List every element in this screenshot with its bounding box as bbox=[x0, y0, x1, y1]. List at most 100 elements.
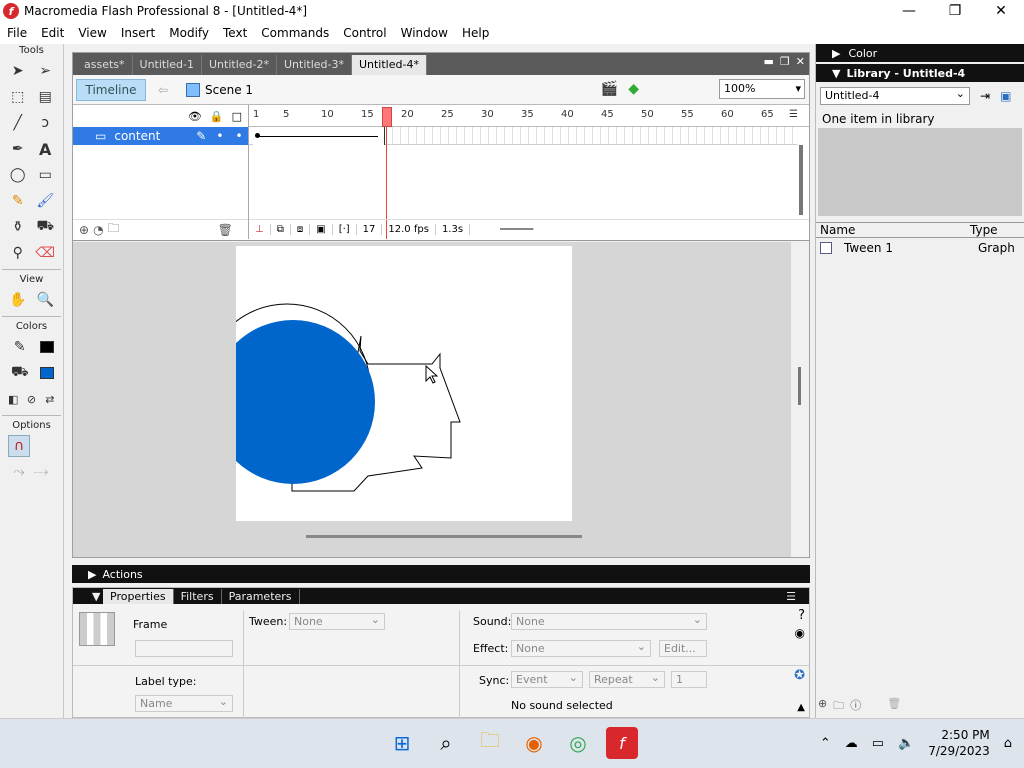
collapse-arrow-icon[interactable]: ▼ bbox=[832, 67, 840, 80]
modify-markers-icon[interactable]: [·] bbox=[333, 224, 357, 235]
lock-icon[interactable]: 🔒 bbox=[210, 110, 224, 123]
rectangle-tool-icon[interactable]: ▭ bbox=[34, 164, 56, 186]
library-panel-bar[interactable]: ▼ Library - Untitled-4 bbox=[816, 64, 1024, 82]
insert-layer-icon[interactable]: ⊕ bbox=[79, 223, 89, 237]
eye-icon[interactable]: 👁 bbox=[188, 110, 202, 123]
edit-symbols-icon[interactable]: ◆ bbox=[628, 81, 639, 97]
new-library-icon[interactable]: ▣ bbox=[1000, 89, 1011, 103]
flash-taskbar-icon[interactable]: f bbox=[606, 727, 638, 759]
col-name[interactable]: Name bbox=[816, 223, 966, 237]
pin-library-icon[interactable]: ⇥ bbox=[980, 89, 990, 103]
free-transform-tool-icon[interactable]: ⬚ bbox=[7, 86, 29, 108]
menu-help[interactable]: Help bbox=[455, 26, 496, 40]
eraser-tool-icon[interactable]: ⌫ bbox=[34, 242, 56, 264]
stage[interactable] bbox=[203, 246, 572, 521]
fill-color-swatch[interactable] bbox=[40, 367, 55, 379]
library-document-select[interactable]: Untitled-4 bbox=[820, 86, 970, 105]
eyedropper-tool-icon[interactable]: ⚲ bbox=[7, 242, 29, 264]
edit-multiple-icon[interactable]: ▣ bbox=[310, 224, 333, 235]
stage-vscroll[interactable] bbox=[791, 242, 809, 557]
effect-select[interactable]: None bbox=[511, 639, 651, 657]
tween-select[interactable]: None bbox=[289, 612, 385, 630]
start-button-icon[interactable]: ⊞ bbox=[386, 727, 418, 759]
layer-content[interactable]: ▭ content ✎ • • bbox=[73, 127, 255, 145]
insert-folder-icon[interactable]: 🗀 bbox=[108, 219, 120, 240]
file-explorer-icon[interactable]: 🗀 bbox=[474, 727, 506, 759]
doc-restore-icon[interactable]: ❐ bbox=[780, 55, 790, 68]
edit-scene-icon[interactable]: 🎬 bbox=[601, 81, 618, 97]
collapse-up-icon[interactable]: ▲ bbox=[797, 702, 805, 713]
repeat-count-input[interactable]: 1 bbox=[671, 671, 707, 688]
paint-bucket-tool-icon[interactable]: ⛟ bbox=[34, 216, 56, 238]
doc-close-icon[interactable]: ✕ bbox=[796, 55, 805, 68]
actions-panel-bar[interactable]: ▶ Actions bbox=[72, 565, 810, 583]
props-menu-icon[interactable]: ☰ bbox=[779, 589, 803, 604]
tab-filters[interactable]: Filters bbox=[174, 589, 222, 604]
back-arrow-icon[interactable]: ⇦ bbox=[150, 83, 176, 97]
zoom-select[interactable]: 100% bbox=[719, 79, 805, 99]
center-frame-icon[interactable]: ⊥ bbox=[249, 224, 271, 235]
selection-tool-icon[interactable]: ➤ bbox=[7, 60, 29, 82]
search-icon[interactable]: ⌕ bbox=[430, 727, 462, 759]
menu-modify[interactable]: Modify bbox=[162, 26, 216, 40]
menu-control[interactable]: Control bbox=[336, 26, 393, 40]
frame-name-input[interactable] bbox=[135, 640, 233, 657]
tab-untitled-3[interactable]: Untitled-3* bbox=[277, 55, 352, 75]
tab-untitled-2[interactable]: Untitled-2* bbox=[202, 55, 277, 75]
sync-select[interactable]: Event bbox=[511, 670, 583, 688]
repeat-select[interactable]: Repeat bbox=[589, 670, 665, 688]
new-symbol-icon[interactable]: ⊕ bbox=[818, 697, 827, 716]
playhead[interactable] bbox=[382, 107, 392, 127]
pen-tool-icon[interactable]: ✒ bbox=[7, 138, 29, 160]
stroke-color-swatch[interactable] bbox=[40, 341, 55, 353]
doc-minimize-icon[interactable]: ▬ bbox=[764, 55, 774, 68]
timeline-toggle-button[interactable]: Timeline bbox=[76, 78, 146, 101]
edit-in-place-icon[interactable]: ◉ bbox=[795, 626, 805, 640]
menu-commands[interactable]: Commands bbox=[254, 26, 336, 40]
expand-arrow-icon[interactable]: ▶ bbox=[832, 47, 840, 60]
network-icon[interactable]: ▭ bbox=[872, 736, 884, 751]
timeline-menu-icon[interactable]: ☰ bbox=[789, 109, 798, 120]
menu-window[interactable]: Window bbox=[394, 26, 455, 40]
add-motion-guide-icon[interactable]: ◔ bbox=[93, 223, 103, 237]
tray-chevron-icon[interactable]: ⌃ bbox=[820, 736, 831, 751]
text-tool-icon[interactable]: A bbox=[34, 138, 56, 160]
tab-parameters[interactable]: Parameters bbox=[222, 589, 300, 604]
frame-ruler[interactable]: 1 5 10 15 20 25 30 35 40 45 50 55 60 65 … bbox=[249, 105, 809, 127]
label-type-select[interactable]: Name bbox=[135, 694, 233, 712]
menu-text[interactable]: Text bbox=[216, 26, 254, 40]
firefox-icon[interactable]: ◉ bbox=[518, 727, 550, 759]
smooth-icon[interactable]: ⤳ bbox=[8, 461, 30, 483]
ink-bottle-tool-icon[interactable]: ⚱ bbox=[7, 216, 29, 238]
timeline-hscroll[interactable] bbox=[470, 224, 540, 235]
new-folder-icon[interactable]: 🗀 bbox=[833, 697, 844, 716]
outline-icon[interactable]: □ bbox=[232, 110, 242, 123]
tab-untitled-4[interactable]: Untitled-4* bbox=[351, 55, 427, 75]
pencil-tool-icon[interactable]: ✎ bbox=[7, 190, 29, 212]
tab-assets[interactable]: assets* bbox=[77, 55, 133, 75]
delete-layer-icon[interactable]: 🗑 bbox=[218, 223, 233, 237]
straighten-icon[interactable]: ⤏ bbox=[30, 461, 52, 483]
notification-icon[interactable]: ⌂ bbox=[1004, 736, 1012, 751]
clock[interactable]: 2:50 PM 7/29/2023 bbox=[928, 727, 990, 759]
volume-icon[interactable]: 🔈 bbox=[898, 736, 914, 751]
lasso-tool-icon[interactable]: ↄ bbox=[34, 112, 56, 134]
maximize-button[interactable]: ❐ bbox=[932, 0, 978, 22]
brush-tool-icon[interactable]: 🖌 bbox=[34, 190, 56, 212]
stage-hscroll[interactable] bbox=[306, 535, 582, 538]
default-colors-icon[interactable]: ◧ bbox=[4, 388, 22, 410]
frame-rate[interactable]: 12.0 fps bbox=[382, 224, 436, 235]
sound-select[interactable]: None bbox=[511, 612, 707, 630]
library-item[interactable]: Tween 1 Graph bbox=[816, 238, 1024, 258]
onedrive-icon[interactable]: ☁ bbox=[845, 736, 858, 751]
timeline-vscroll[interactable] bbox=[799, 145, 803, 215]
expand-arrow-icon[interactable]: ▶ bbox=[88, 568, 96, 581]
tab-properties[interactable]: Properties bbox=[103, 589, 174, 604]
help-icon[interactable]: ? bbox=[798, 608, 805, 623]
hand-tool-icon[interactable]: ✋ bbox=[7, 289, 29, 311]
layer-lock-dot[interactable]: • bbox=[235, 129, 242, 143]
no-color-icon[interactable]: ⊘ bbox=[22, 388, 40, 410]
tab-untitled-1[interactable]: Untitled-1 bbox=[133, 55, 202, 75]
gradient-transform-tool-icon[interactable]: ▤ bbox=[34, 86, 56, 108]
minimize-button[interactable]: — bbox=[886, 0, 932, 22]
